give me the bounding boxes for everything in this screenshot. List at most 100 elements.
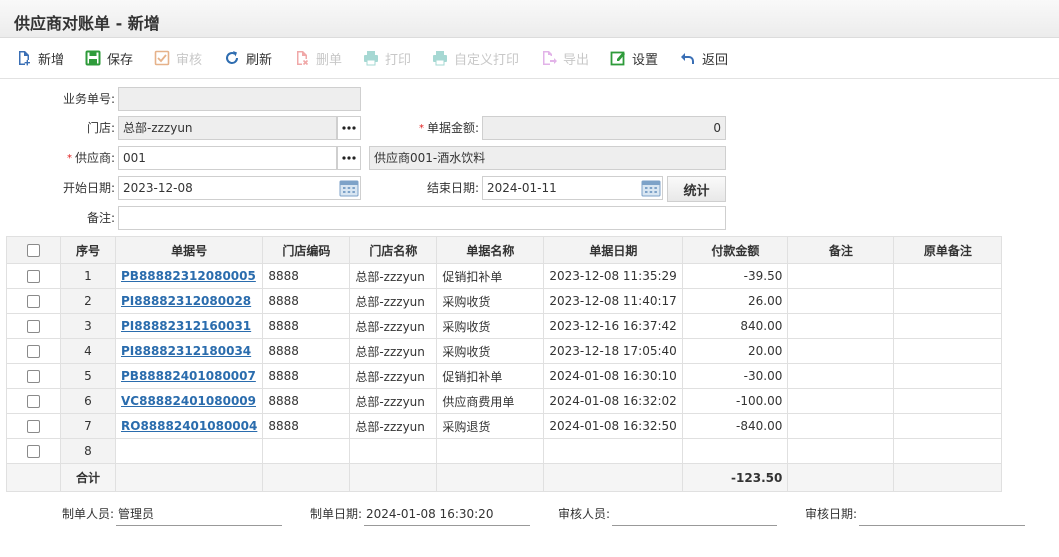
supplier-picker-button[interactable]: [337, 146, 361, 170]
refresh-button[interactable]: 刷新: [224, 47, 272, 69]
store-name-cell[interactable]: [349, 438, 438, 464]
select-all-checkbox[interactable]: [27, 244, 40, 257]
store-code-cell[interactable]: [262, 438, 351, 464]
amount-field[interactable]: 0: [482, 116, 726, 140]
column-header-doc-name[interactable]: 单据名称: [436, 236, 545, 264]
remark-cell[interactable]: [787, 263, 895, 289]
store-name-cell[interactable]: 总部-zzzyun: [349, 413, 438, 439]
remark-cell[interactable]: [787, 338, 895, 364]
store-code-cell[interactable]: 8888: [262, 388, 351, 414]
row-checkbox[interactable]: [27, 395, 40, 408]
export-button[interactable]: 导出: [541, 47, 589, 69]
back-button[interactable]: 返回: [680, 47, 728, 69]
store-name-cell[interactable]: 总部-zzzyun: [349, 313, 438, 339]
print-button[interactable]: 打印: [363, 47, 411, 69]
column-header-store-name[interactable]: 门店名称: [349, 236, 438, 264]
store-code-cell[interactable]: 8888: [262, 363, 351, 389]
supplier-field[interactable]: 001: [118, 146, 337, 170]
store-field[interactable]: 总部-zzzyun: [118, 116, 337, 140]
column-header-doc-date[interactable]: 单据日期: [543, 236, 684, 264]
orig-remark-cell[interactable]: [893, 288, 1003, 314]
audit-button[interactable]: 审核: [154, 47, 202, 69]
row-checkbox[interactable]: [27, 295, 40, 308]
amount-cell[interactable]: 26.00: [682, 288, 789, 314]
remark-cell[interactable]: [787, 413, 895, 439]
orig-remark-cell[interactable]: [893, 338, 1003, 364]
delete-button[interactable]: 删单: [294, 47, 342, 69]
remark-field[interactable]: [118, 206, 726, 230]
remark-cell[interactable]: [787, 288, 895, 314]
doc-no-link[interactable]: PB88882401080007: [121, 369, 256, 383]
doc-no-link[interactable]: RO88882401080004: [121, 419, 257, 433]
table-row[interactable]: 4 PI88882312180034 8888 总部-zzzyun 采购收货 2023-1…: [6, 338, 1003, 364]
doc-date-cell[interactable]: 2023-12-08 11:35:29: [543, 263, 684, 289]
custom-print-button[interactable]: 自定义打印: [432, 47, 519, 69]
table-row[interactable]: 6 VC88882401080009 8888 总部-zzzyun 供应商费用单 2024…: [6, 388, 1003, 414]
doc-name-cell[interactable]: 采购收货: [436, 313, 545, 339]
settings-button[interactable]: 设置: [610, 47, 658, 69]
orig-remark-cell[interactable]: [893, 313, 1003, 339]
store-name-cell[interactable]: 总部-zzzyun: [349, 388, 438, 414]
doc-date-cell[interactable]: 2023-12-16 16:37:42: [543, 313, 684, 339]
store-code-cell[interactable]: 8888: [262, 338, 351, 364]
amount-cell[interactable]: -39.50: [682, 263, 789, 289]
orig-remark-cell[interactable]: [893, 413, 1003, 439]
start-date-field[interactable]: 2023-12-08: [118, 176, 361, 200]
amount-cell[interactable]: -30.00: [682, 363, 789, 389]
doc-name-cell[interactable]: 促销扣补单: [436, 263, 545, 289]
table-row[interactable]: 8: [6, 438, 1003, 464]
row-checkbox[interactable]: [27, 345, 40, 358]
table-row[interactable]: 2 PI88882312080028 8888 总部-zzzyun 采购收货 2023-1…: [6, 288, 1003, 314]
table-row[interactable]: 5 PB88882401080007 8888 总部-zzzyun 促销扣补单 2024-…: [6, 363, 1003, 389]
table-row[interactable]: 1 PB88882312080005 8888 总部-zzzyun 促销扣补单 2023-…: [6, 263, 1003, 289]
doc-no-link[interactable]: PI88882312160031: [121, 319, 251, 333]
doc-name-cell[interactable]: 采购退货: [436, 413, 545, 439]
store-name-cell[interactable]: 总部-zzzyun: [349, 338, 438, 364]
doc-date-cell[interactable]: 2024-01-08 16:32:02: [543, 388, 684, 414]
amount-cell[interactable]: 840.00: [682, 313, 789, 339]
stat-button[interactable]: 统计: [667, 176, 726, 202]
doc-no-link[interactable]: PB88882312080005: [121, 269, 256, 283]
remark-cell[interactable]: [787, 363, 895, 389]
calendar-icon[interactable]: [339, 179, 359, 197]
remark-cell[interactable]: [787, 313, 895, 339]
doc-name-cell[interactable]: 促销扣补单: [436, 363, 545, 389]
orig-remark-cell[interactable]: [893, 363, 1003, 389]
doc-no-link[interactable]: PI88882312180034: [121, 344, 251, 358]
add-button[interactable]: 新增: [16, 47, 64, 69]
row-checkbox[interactable]: [27, 370, 40, 383]
store-name-cell[interactable]: 总部-zzzyun: [349, 288, 438, 314]
doc-date-cell[interactable]: [543, 438, 684, 464]
remark-cell[interactable]: [787, 388, 895, 414]
doc-name-cell[interactable]: 采购收货: [436, 288, 545, 314]
store-name-cell[interactable]: 总部-zzzyun: [349, 363, 438, 389]
end-date-field[interactable]: 2024-01-11: [482, 176, 663, 200]
store-code-cell[interactable]: 8888: [262, 288, 351, 314]
doc-date-cell[interactable]: 2024-01-08 16:32:50: [543, 413, 684, 439]
column-header-store-code[interactable]: 门店编码: [262, 236, 351, 264]
column-header-seq[interactable]: 序号: [60, 236, 116, 264]
business-no-field[interactable]: [118, 87, 361, 111]
table-row[interactable]: 3 PI88882312160031 8888 总部-zzzyun 采购收货 2023-1…: [6, 313, 1003, 339]
store-code-cell[interactable]: 8888: [262, 413, 351, 439]
doc-no-link[interactable]: VC88882401080009: [121, 394, 256, 408]
table-row[interactable]: 7 RO88882401080004 8888 总部-zzzyun 采购退货 2024-0…: [6, 413, 1003, 439]
doc-name-cell[interactable]: 采购收货: [436, 338, 545, 364]
amount-cell[interactable]: 20.00: [682, 338, 789, 364]
doc-date-cell[interactable]: 2023-12-08 11:40:17: [543, 288, 684, 314]
doc-no-link[interactable]: PI88882312080028: [121, 294, 251, 308]
doc-date-cell[interactable]: 2024-01-08 16:30:10: [543, 363, 684, 389]
column-header-amount[interactable]: 付款金额: [682, 236, 789, 264]
store-code-cell[interactable]: 8888: [262, 263, 351, 289]
amount-cell[interactable]: [682, 438, 789, 464]
amount-cell[interactable]: -100.00: [682, 388, 789, 414]
store-name-cell[interactable]: 总部-zzzyun: [349, 263, 438, 289]
store-picker-button[interactable]: [337, 116, 361, 140]
supplier-name-field[interactable]: 供应商001-酒水饮料: [369, 146, 726, 170]
calendar-icon[interactable]: [641, 179, 661, 197]
column-header-doc-no[interactable]: 单据号: [114, 236, 264, 264]
row-checkbox[interactable]: [27, 320, 40, 333]
orig-remark-cell[interactable]: [893, 438, 1003, 464]
amount-cell[interactable]: -840.00: [682, 413, 789, 439]
column-header-orig-remark[interactable]: 原单备注: [893, 236, 1003, 264]
